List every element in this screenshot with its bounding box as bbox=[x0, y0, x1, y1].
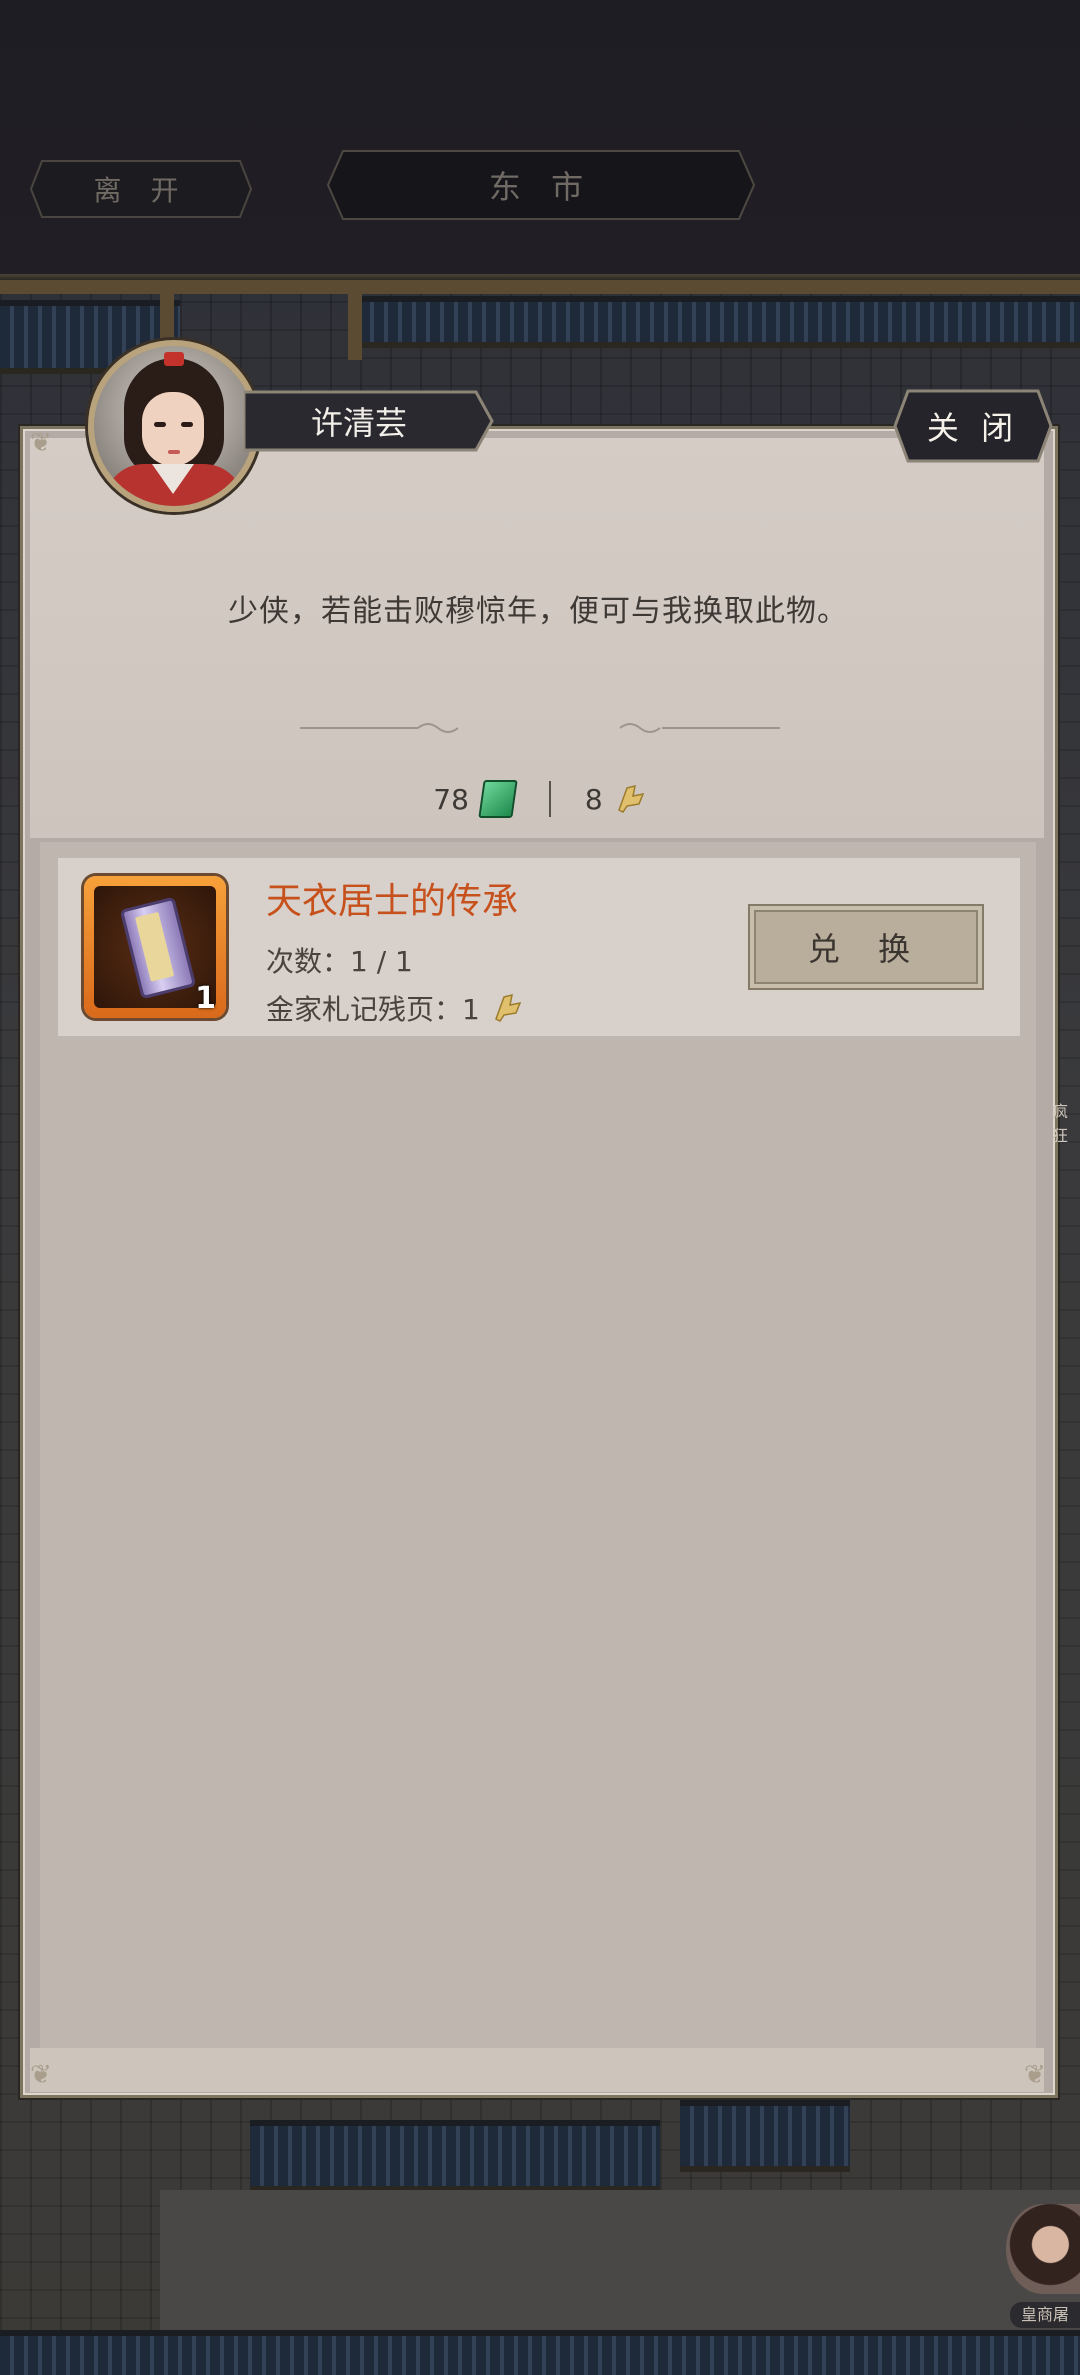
jade-token-icon bbox=[478, 780, 518, 818]
leave-button[interactable]: 离 开 bbox=[30, 160, 252, 218]
map-edge-label: 疯狂 bbox=[1052, 1102, 1069, 1145]
jade-amount: 78 bbox=[433, 782, 469, 816]
corner-ornament: ❦ bbox=[30, 2060, 52, 2090]
npc-portrait-thumbnail[interactable] bbox=[1006, 2204, 1080, 2294]
close-button[interactable]: 关 闭 bbox=[892, 388, 1054, 464]
journal-page-icon bbox=[617, 784, 644, 813]
map-roof bbox=[250, 2120, 660, 2192]
location-title: 东 市 bbox=[327, 150, 755, 220]
npc-name: 许清芸 bbox=[310, 404, 407, 442]
divider-ornament-right bbox=[619, 723, 780, 733]
corner-ornament: ❦ bbox=[1024, 2060, 1046, 2090]
npc-dialogue-text: 少侠，若能击败穆惊年，便可与我换取此物。 bbox=[228, 594, 848, 629]
item-cost-text: 金家札记残页：1 bbox=[266, 993, 480, 1026]
currency-separator bbox=[548, 781, 551, 817]
journal-page-icon bbox=[494, 993, 522, 1022]
item-icon-frame[interactable]: 1 bbox=[84, 876, 226, 1018]
top-bar bbox=[0, 0, 1080, 276]
item-name: 天衣居士的传承 bbox=[266, 881, 519, 922]
divider-ornament-left bbox=[300, 723, 459, 733]
scroll-icon bbox=[119, 896, 197, 1000]
map-roof bbox=[680, 2100, 850, 2172]
exchange-button[interactable]: 兑 换 bbox=[748, 904, 984, 990]
npc-name-plate: 许清芸 bbox=[242, 390, 494, 452]
item-exchange-times: 次数：1 / 1 bbox=[266, 945, 413, 978]
close-button-label: 关 闭 bbox=[926, 409, 1020, 447]
map-street bbox=[160, 2190, 1080, 2330]
item-count-badge: 1 bbox=[195, 981, 216, 1016]
leave-button-label: 离 开 bbox=[93, 174, 189, 207]
map-roof bbox=[360, 296, 1080, 348]
item-cost: 金家札记残页：1 bbox=[266, 988, 524, 1028]
location-title-label: 东 市 bbox=[488, 168, 594, 206]
npc-avatar bbox=[88, 340, 260, 512]
dialog-footer-area bbox=[30, 2048, 1044, 2092]
currency-bar: 78 8 bbox=[0, 776, 1080, 822]
map-roof bbox=[0, 2330, 1080, 2375]
slip-amount: 8 bbox=[584, 782, 603, 816]
map-pillar bbox=[348, 290, 362, 360]
npc-portrait-label: 皇商屠 bbox=[1010, 2302, 1080, 2328]
corner-ornament: ❦ bbox=[30, 428, 52, 458]
